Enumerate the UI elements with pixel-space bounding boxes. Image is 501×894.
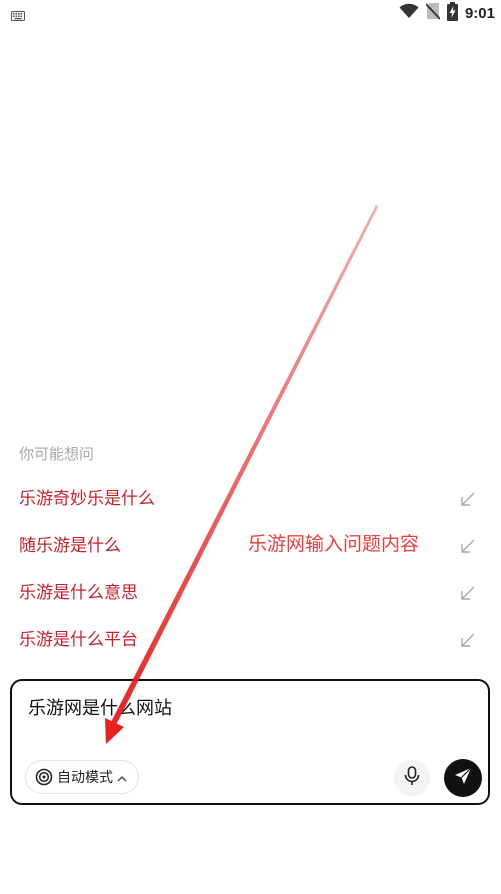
arrow-fill-icon[interactable]: [460, 585, 476, 605]
suggestion-label: 乐游是什么平台: [19, 630, 138, 650]
target-icon: [35, 768, 53, 786]
status-time: 9:01: [464, 4, 495, 22]
keyboard-icon: [11, 6, 25, 25]
voice-input-button[interactable]: [394, 760, 430, 796]
arrow-fill-icon[interactable]: [460, 538, 476, 558]
suggestion-item-1[interactable]: 乐游奇妙乐是什么: [0, 487, 501, 533]
mode-selector-button[interactable]: 自动模式: [25, 760, 139, 794]
annotation-text: 乐游网输入问题内容: [248, 533, 420, 555]
no-sim-icon: [425, 2, 441, 24]
suggestion-label: 乐游奇妙乐是什么: [19, 489, 155, 509]
chevron-up-icon: [117, 768, 127, 787]
microphone-icon: [404, 766, 420, 790]
send-button[interactable]: [444, 759, 482, 797]
battery-charging-icon: [446, 1, 458, 25]
status-bar: 9:01: [0, 0, 501, 26]
suggestions-title: 你可能想问: [19, 445, 95, 463]
suggestion-label: 乐游是什么意思: [19, 583, 138, 603]
arrow-fill-icon[interactable]: [460, 632, 476, 652]
suggestion-item-4[interactable]: 乐游是什么平台: [0, 628, 501, 674]
send-icon: [453, 766, 473, 790]
suggestion-item-3[interactable]: 乐游是什么意思: [0, 581, 501, 627]
arrow-fill-icon[interactable]: [460, 491, 476, 511]
query-input[interactable]: 乐游网是什么网站: [28, 694, 172, 720]
wifi-icon: [399, 3, 419, 23]
mode-label: 自动模式: [57, 770, 113, 786]
status-icons: 9:01: [399, 1, 495, 25]
chat-composer[interactable]: 乐游网是什么网站 自动模式: [10, 679, 490, 805]
screen: 9:01 你可能想问 乐游奇妙乐是什么 随乐游是什么 乐游是什么意思 乐游是什么…: [0, 0, 501, 894]
suggestion-label: 随乐游是什么: [19, 536, 121, 556]
